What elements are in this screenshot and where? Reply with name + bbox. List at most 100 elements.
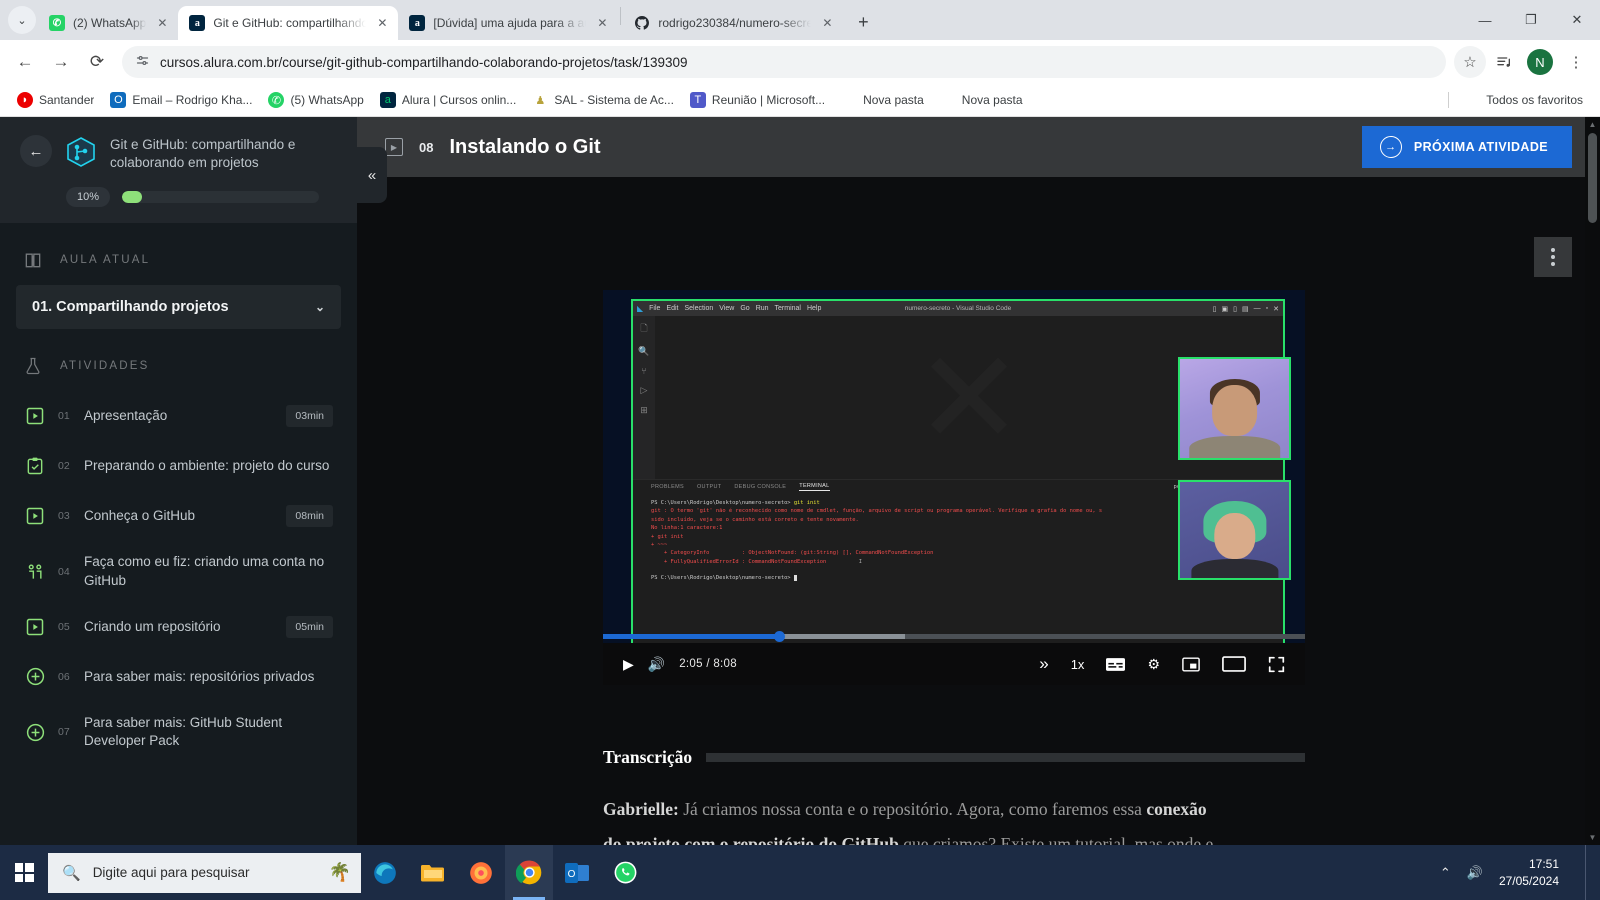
maximize-button[interactable]: ❐ <box>1508 0 1554 40</box>
browser-tab-github-repo[interactable]: rodrigo230384/numero-secreto ✕ <box>623 6 843 40</box>
toggle-secondary-sidebar-icon[interactable]: ▯ <box>1233 305 1237 313</box>
show-hidden-icons-icon[interactable]: ⌃ <box>1440 865 1451 881</box>
panel-tab-terminal[interactable]: TERMINAL <box>799 483 830 491</box>
source-control-icon[interactable]: ⑂ <box>641 366 646 376</box>
reload-button[interactable]: ⟳ <box>80 45 114 79</box>
bookmark-email[interactable]: O Email – Rodrigo Kha... <box>103 88 259 112</box>
bookmark-nova-pasta-2[interactable]: 🗀 Nova pasta <box>933 88 1030 112</box>
bookmarks-bar-right: 🗀 Todos os favoritos <box>1440 88 1590 112</box>
search-icon[interactable]: 🔍 <box>638 346 649 357</box>
run-debug-icon[interactable]: ▷ <box>641 385 648 396</box>
taskbar-whatsapp-icon[interactable] <box>601 845 649 900</box>
video-player[interactable]: ◣ File Edit Selection View Go Run Termin… <box>603 290 1305 685</box>
captions-icon[interactable] <box>1106 657 1126 671</box>
browser-tab-duvida[interactable]: a [Dúvida] uma ajuda para a aula ✕ <box>398 6 618 40</box>
bookmarks-bar: ◗ Santander O Email – Rodrigo Kha... ✆ (… <box>0 84 1600 117</box>
time-separator: / <box>706 658 710 670</box>
activity-item-03[interactable]: 03 Conheça o GitHub 08min <box>16 491 341 541</box>
video-controls: ▶ 🔊 2:05 / 8:08 » 1x ⚙ <box>603 631 1305 685</box>
tab-search-button[interactable]: ⌄ <box>8 6 36 34</box>
instructor-webcam-2 <box>1178 480 1291 580</box>
video-options-menu-icon[interactable] <box>1534 237 1572 277</box>
fullscreen-icon[interactable] <box>1268 656 1285 673</box>
all-bookmarks-button[interactable]: 🗀 Todos os favoritos <box>1457 88 1590 112</box>
gear-icon[interactable]: ⚙ <box>1147 656 1160 673</box>
sidebar-back-button[interactable]: ← <box>20 135 52 167</box>
site-settings-icon[interactable] <box>135 53 150 71</box>
play-icon[interactable]: ▶ <box>623 656 634 673</box>
activity-item-01[interactable]: 01 Apresentação 03min <box>16 391 341 441</box>
close-icon[interactable]: ✕ <box>374 15 390 31</box>
bookmark-santander[interactable]: ◗ Santander <box>10 88 101 112</box>
chevron-down-icon[interactable]: ⌄ <box>315 300 325 314</box>
activity-item-02[interactable]: 02 Preparando o ambiente: projeto do cur… <box>16 441 341 491</box>
minimize-button[interactable]: — <box>1462 0 1508 40</box>
customize-layout-icon[interactable]: ▤ <box>1242 305 1249 313</box>
skip-forward-icon[interactable]: » <box>1039 654 1048 674</box>
progress-handle[interactable] <box>773 631 785 642</box>
bookmark-alura[interactable]: a Alura | Cursos onlin... <box>373 88 524 112</box>
panel-tab-debug-console[interactable]: DEBUG CONSOLE <box>734 484 786 490</box>
vscode-minimize-icon[interactable]: — <box>1254 305 1261 312</box>
taskbar-google-chrome-icon[interactable] <box>505 845 553 900</box>
arrow-right-icon: → <box>1379 136 1402 158</box>
bookmark-whatsapp[interactable]: ✆ (5) WhatsApp <box>261 88 370 112</box>
panel-tab-problems[interactable]: PROBLEMS <box>651 484 684 490</box>
theater-mode-icon[interactable] <box>1222 656 1246 672</box>
activity-item-05[interactable]: 05 Criando um repositório 05min <box>16 602 341 652</box>
scroll-down-icon[interactable]: ▼ <box>1585 830 1600 845</box>
close-icon[interactable]: ✕ <box>154 15 170 31</box>
profile-avatar[interactable]: N <box>1527 49 1553 75</box>
forward-button[interactable]: → <box>44 45 78 79</box>
speaker-icon[interactable]: 🔊 <box>1467 865 1483 881</box>
panel-tab-output[interactable]: OUTPUT <box>697 484 721 490</box>
close-button[interactable]: ✕ <box>1554 0 1600 40</box>
terminal-line: + git init <box>651 533 684 540</box>
new-tab-button[interactable]: + <box>849 8 877 36</box>
bookmark-nova-pasta-1[interactable]: 🗀 Nova pasta <box>834 88 931 112</box>
close-icon[interactable]: ✕ <box>594 15 610 31</box>
page-content: ← Git e GitHub: compartilhando e colabor… <box>0 117 1600 845</box>
volume-icon[interactable]: 🔊 <box>648 656 665 673</box>
address-bar[interactable]: cursos.alura.com.br/course/git-github-co… <box>122 46 1446 78</box>
taskbar-file-explorer-icon[interactable] <box>409 845 457 900</box>
browser-tab-alura-course[interactable]: a Git e GitHub: compartilhando e ✕ <box>178 6 399 40</box>
next-activity-button[interactable]: → PRÓXIMA ATIVIDADE <box>1361 126 1572 168</box>
bookmark-sal[interactable]: ♟ SAL - Sistema de Ac... <box>525 88 681 112</box>
page-scrollbar[interactable]: ▲ ▼ <box>1585 117 1600 845</box>
sidebar-collapse-button[interactable]: « <box>357 147 387 203</box>
taskbar-microsoft-edge-icon[interactable] <box>361 845 409 900</box>
browser-tab-whatsapp[interactable]: ✆ (2) WhatsApp ✕ <box>38 6 178 40</box>
video-progress-bar[interactable] <box>603 631 1305 642</box>
activity-item-06[interactable]: 06 Para saber mais: repositórios privado… <box>16 652 341 702</box>
vscode-maximize-icon[interactable]: ▫ <box>1266 305 1268 312</box>
activity-label: Preparando o ambiente: projeto do curso <box>84 458 330 474</box>
activity-item-07[interactable]: 07 Para saber mais: GitHub Student Devel… <box>16 702 341 762</box>
back-button[interactable]: ← <box>8 45 42 79</box>
vscode-close-icon[interactable]: ✕ <box>1273 305 1279 313</box>
sidebar-current-lesson[interactable]: 01. Compartilhando projetos ⌄ <box>16 285 341 330</box>
sal-icon: ♟ <box>535 94 546 107</box>
extensions-icon[interactable]: ⊞ <box>640 405 648 416</box>
activity-item-04[interactable]: 04 Faça como eu fiz: criando uma conta n… <box>16 541 341 601</box>
toggle-panel-icon[interactable]: ▣ <box>1222 305 1229 313</box>
reading-list-icon[interactable] <box>1488 46 1520 78</box>
scrollbar-thumb[interactable] <box>1588 133 1597 223</box>
current-lesson-title: 01. Compartilhando projetos <box>32 299 229 316</box>
bookmark-teams[interactable]: T Reunião | Microsoft... <box>683 88 832 112</box>
vscode-activity-bar: 🗋 🔍 ⑂ ▷ ⊞ <box>633 316 655 479</box>
taskbar-firefox-icon[interactable] <box>457 845 505 900</box>
taskbar-search-input[interactable]: 🔍 Digite aqui para pesquisar 🌴 <box>48 852 361 893</box>
taskbar-outlook-icon[interactable]: O <box>553 845 601 900</box>
close-icon[interactable]: ✕ <box>819 15 835 31</box>
scroll-up-icon[interactable]: ▲ <box>1585 117 1600 132</box>
star-icon[interactable]: ☆ <box>1454 46 1486 78</box>
toggle-primary-sidebar-icon[interactable]: ▯ <box>1213 305 1217 313</box>
explorer-icon[interactable]: 🗋 <box>640 321 647 337</box>
picture-in-picture-icon[interactable] <box>1182 656 1200 672</box>
playback-speed-button[interactable]: 1x <box>1071 657 1085 672</box>
show-desktop-button[interactable] <box>1585 845 1592 900</box>
kebab-menu-icon[interactable]: ⋮ <box>1560 46 1592 78</box>
windows-start-icon[interactable] <box>0 845 48 900</box>
taskbar-clock[interactable]: 17:51 27/05/2024 <box>1499 856 1569 888</box>
